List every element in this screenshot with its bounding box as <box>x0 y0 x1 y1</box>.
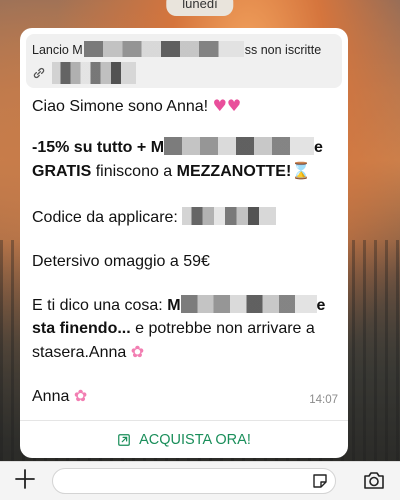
tip-bold-end: sta finendo... <box>32 320 131 337</box>
greeting-line: Ciao Simone sono Anna! ♥♥ <box>32 94 241 118</box>
message-timestamp: 14:07 <box>309 394 338 406</box>
signature-line: Anna ✿ <box>32 384 87 408</box>
date-pill: lunedì <box>166 0 234 16</box>
cherry-blossom-icon: ✿ <box>73 386 88 405</box>
redacted-text <box>180 295 317 313</box>
message-bubble[interactable]: Lancio M ss non iscritte Ciao Simone sono… <box>20 28 348 458</box>
redacted-link <box>52 62 136 84</box>
message-input[interactable] <box>52 468 336 494</box>
offer-gratis: GRATIS <box>32 163 92 180</box>
external-link-icon <box>118 433 130 446</box>
code-label: Codice da applicare: <box>32 209 183 226</box>
quoted-link-row <box>32 62 136 84</box>
tip-start: E ti dico una cosa: <box>32 297 168 314</box>
sticker-icon[interactable] <box>311 472 329 490</box>
tip-paragraph: E ti dico una cosa: Me sta finendo... e p… <box>32 295 326 361</box>
link-icon <box>33 67 45 79</box>
quoted-title-start: Lancio M <box>32 43 83 57</box>
redacted-code <box>182 207 277 225</box>
input-bar <box>0 461 400 500</box>
offer-deadline: MEZZANOTTE! <box>176 163 292 180</box>
quoted-message[interactable]: Lancio M ss non iscritte <box>26 34 342 88</box>
buy-now-label: ACQUISTA ORA! <box>139 431 251 448</box>
offer-paragraph: -15% su tutto + Me GRATIS finiscono a MEZ… <box>32 137 323 180</box>
camera-icon[interactable] <box>362 469 386 491</box>
cherry-blossom-icon: ✿ <box>130 342 145 361</box>
two-hearts-icon: ♥♥ <box>212 96 242 115</box>
offer-prefix: -15% su tutto + <box>32 139 151 156</box>
offer-middle: finiscono a <box>91 163 177 180</box>
greeting-text: Ciao Simone sono Anna! <box>32 98 209 115</box>
tip-bold-start: M <box>167 297 181 314</box>
plus-icon[interactable] <box>14 468 36 490</box>
buy-now-button[interactable]: ACQUISTA ORA! <box>20 421 348 458</box>
signature-text: Anna <box>32 388 70 405</box>
code-line: Codice da applicare: <box>32 206 277 229</box>
redacted-text <box>83 41 244 57</box>
offer-bold-start: M <box>150 139 165 156</box>
gift-line: Detersivo omaggio a 59€ <box>32 253 210 270</box>
hourglass-icon: ⌛ <box>291 161 312 180</box>
quoted-message-title: Lancio M ss non iscritte <box>32 41 321 57</box>
redacted-text <box>164 137 315 155</box>
quoted-title-end: ss non iscritte <box>244 43 322 57</box>
